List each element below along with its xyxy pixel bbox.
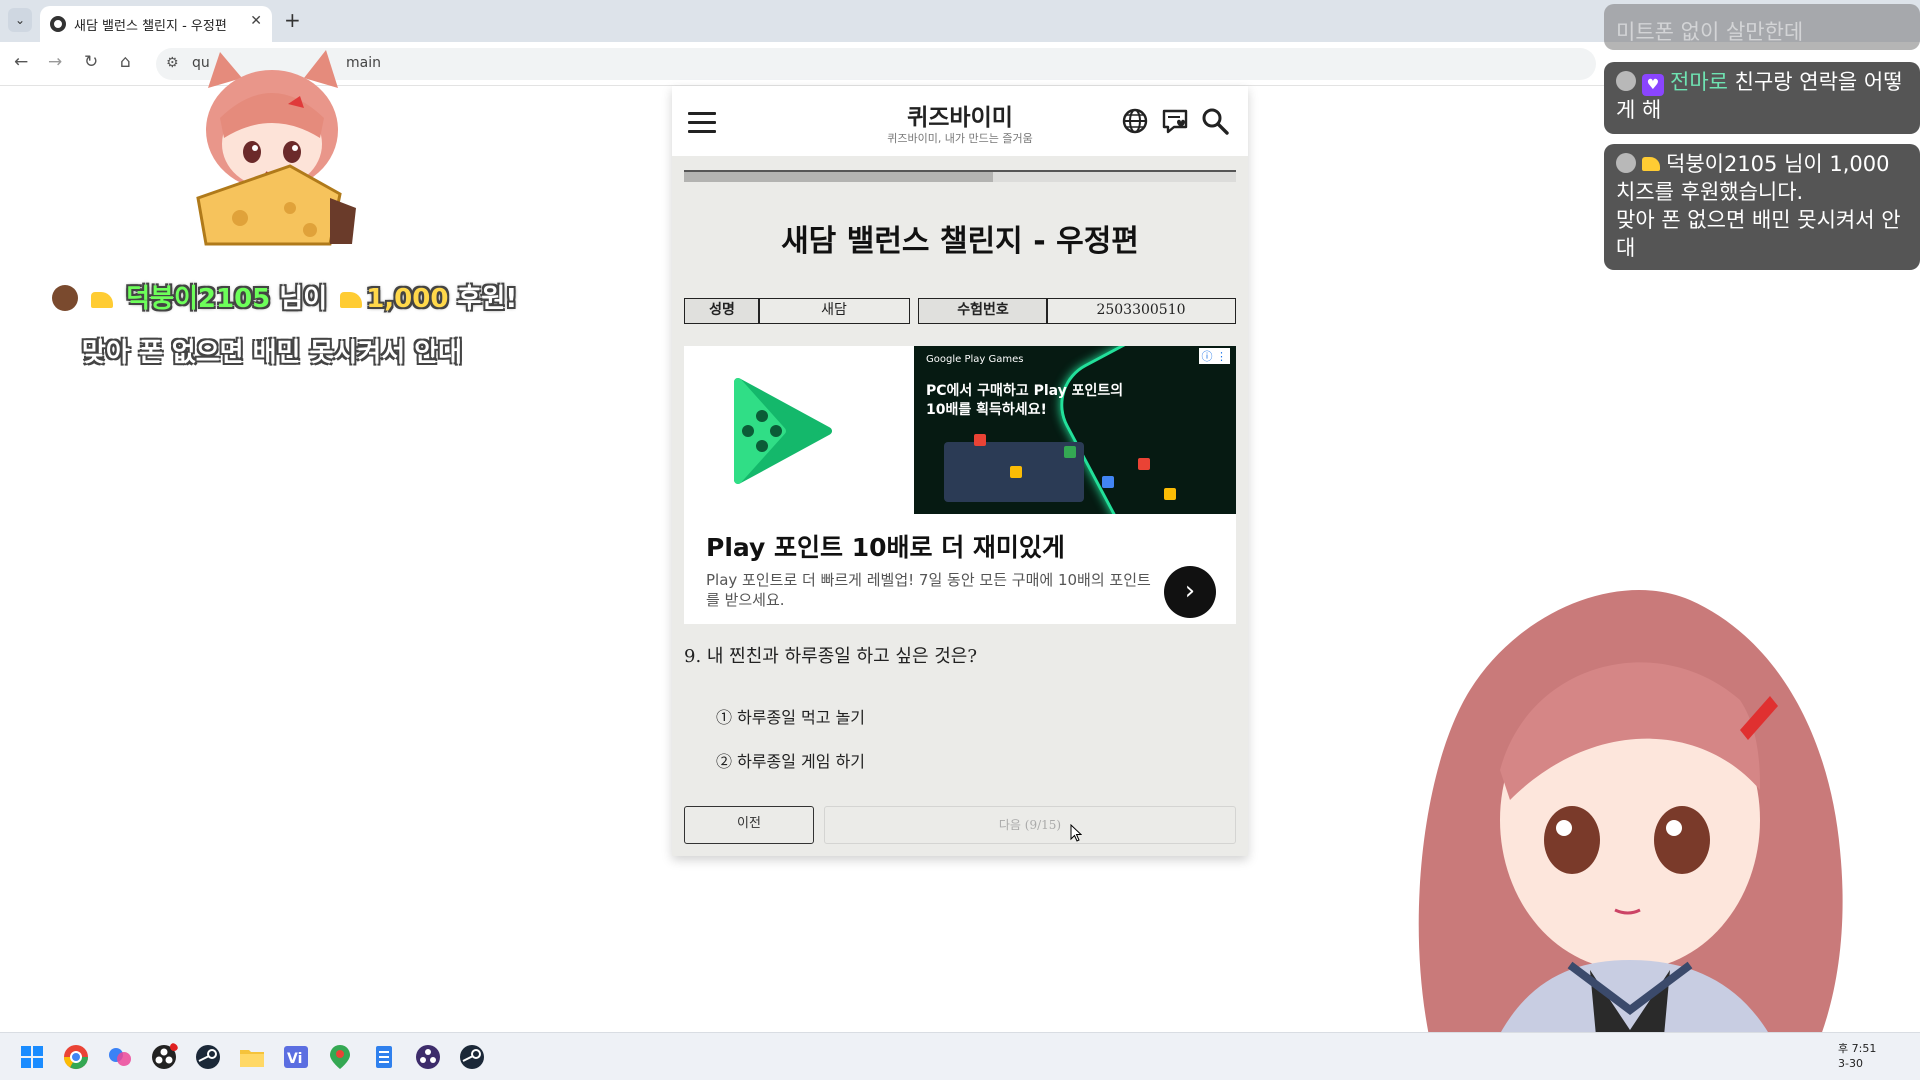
quiz-title: 새담 밸런스 챌린지 - 우정편 [781,224,1139,259]
ad-chevron-right-icon[interactable]: › [1164,566,1216,618]
exam-number-value: 2503300510 [1046,298,1236,324]
globe-icon[interactable] [1120,106,1150,136]
cheese-mascot-image [196,50,356,246]
chat-message-2: 덕붕이2105 님이 1,000 치즈를 후원했습니다. 맞아 폰 없으면 배민… [1604,144,1920,270]
forward-arrow-icon[interactable]: → [48,52,62,72]
chat-nickname: 전마로 [1670,70,1728,94]
steam-icon[interactable] [194,1043,222,1071]
next-button[interactable]: 다음 (9/15) [824,806,1236,844]
exam-number-label: 수험번호 [918,298,1048,324]
ad-cube-blue [1102,476,1114,488]
donation-connector: 님이 [270,284,337,314]
quiz-card: 퀴즈바이미 퀴즈바이미, 내가 만드는 즐거움 새담 밸런스 챌린지 - 우정편… [672,86,1248,856]
ad-banner-promo-text: PC에서 구매하고 Play 포인트의 10배를 획득하세요! [926,383,1124,418]
cheese-icon [1642,157,1660,171]
chat-donation-message: 맞아 폰 없으면 배민 못시켜서 안대 [1616,208,1901,260]
back-arrow-icon[interactable]: ← [14,52,28,72]
chat-message-1: ♥ 전마로 친구랑 연락을 어떻게 해 [1604,62,1920,134]
tab-title: 새담 밸런스 챌린지 - 우정편 [74,19,227,34]
ad-headline[interactable]: Play 포인트 10배로 더 재미있게 [706,528,1065,564]
ad-banner-image[interactable]: Google Play Games PC에서 구매하고 Play 포인트의 10… [914,346,1236,514]
google-play-games-logo-icon [734,378,832,484]
notepad-icon[interactable] [370,1043,398,1071]
new-tab-button[interactable]: + [284,8,301,32]
clock-date: 3-30 [1838,1057,1863,1070]
ad-cube-red-2 [1138,458,1150,470]
name-label: 성명 [684,298,760,324]
quiz-progress-fill [684,172,994,182]
donation-amount: 1,000 [366,284,449,314]
examinee-info-table: 성명 새담 수험번호 2503300510 [684,298,1236,324]
vtube-studio-icon[interactable]: Vi [282,1043,310,1071]
tab-close-icon[interactable]: ✕ [250,13,262,29]
stream-deck-icon[interactable] [414,1043,442,1071]
name-value: 새담 [758,298,910,324]
tab-favicon-icon [50,16,66,32]
ad-google-play[interactable]: Google Play Games PC에서 구매하고 Play 포인트의 10… [684,346,1236,624]
chat-faded-text: 미트폰 없이 살만한데 [1616,20,1804,44]
cheese-icon-2 [340,292,363,308]
svg-text:Vi: Vi [287,1051,302,1067]
answer-option-2[interactable]: ② 하루종일 게임 하기 [716,748,865,772]
copilot-icon[interactable] [106,1043,134,1071]
site-header: 퀴즈바이미 퀴즈바이미, 내가 만드는 즐거움 [672,86,1248,156]
quiz-progress-bar [684,170,1236,182]
obs-icon[interactable] [150,1043,178,1071]
ad-cube-yellow [1010,466,1022,478]
donation-suffix: 후원! [448,284,518,314]
heart-badge-icon: ♥ [1642,74,1664,96]
chat-avatar-icon [1616,71,1636,91]
clock-time: 후 7:51 [1838,1042,1877,1055]
ad-cube-green [1064,446,1076,458]
question-text: 9. 내 찐친과 하루종일 하고 싶은 것은? [684,646,977,667]
tab-search-dropdown-icon[interactable]: ⌄ [8,8,32,32]
vtuber-avatar-image [1418,590,1843,1080]
ad-cube-yellow-2 [1164,488,1176,500]
system-clock[interactable]: 후 7:51 3-30 [1838,1041,1876,1071]
search-icon[interactable] [1200,106,1230,136]
browser-tab-active[interactable]: 새담 밸런스 챌린지 - 우정편 ✕ [40,6,272,42]
ad-banner-brand: Google Play Games [926,354,1024,365]
mouse-cursor-icon [1070,824,1082,842]
heart-message-icon[interactable] [1160,106,1190,136]
chrome-icon[interactable] [62,1043,90,1071]
ad-choices-icon[interactable]: ⓘ ⋮ [1198,348,1230,364]
ad-cube-red [974,434,986,446]
ad-body-text: Play 포인트로 더 빠르게 레벨업! 7일 동안 모든 구매에 10배의 포… [706,571,1151,609]
maps-pin-icon[interactable] [326,1043,354,1071]
chat-avatar-icon [1616,153,1636,173]
steam-icon-2[interactable] [458,1043,486,1071]
address-bar[interactable]: ⚙ qu main [156,48,1596,80]
home-icon[interactable]: ⌂ [120,52,131,72]
answer-option-1[interactable]: ① 하루종일 먹고 놀기 [716,704,865,728]
donation-nickname: 덕붕이2105 [126,284,271,314]
cheese-icon [91,292,114,308]
previous-button[interactable]: 이전 [684,806,814,844]
chat-message-faded: 미트폰 없이 살만한데 [1604,4,1920,50]
file-explorer-icon[interactable] [238,1043,266,1071]
donation-alert-message: 맞아 폰 없으면 배민 못시켜서 안대 [81,338,463,368]
windows-start-icon[interactable] [18,1043,46,1071]
donor-avatar-icon [52,285,78,311]
reload-icon[interactable]: ↻ [84,52,98,72]
donation-alert-title: 덕붕이2105 님이 1,000 후원! [52,278,517,315]
windows-taskbar: Vi 후 7:51 3-30 [0,1032,1920,1080]
site-info-icon[interactable]: ⚙ [166,55,179,71]
